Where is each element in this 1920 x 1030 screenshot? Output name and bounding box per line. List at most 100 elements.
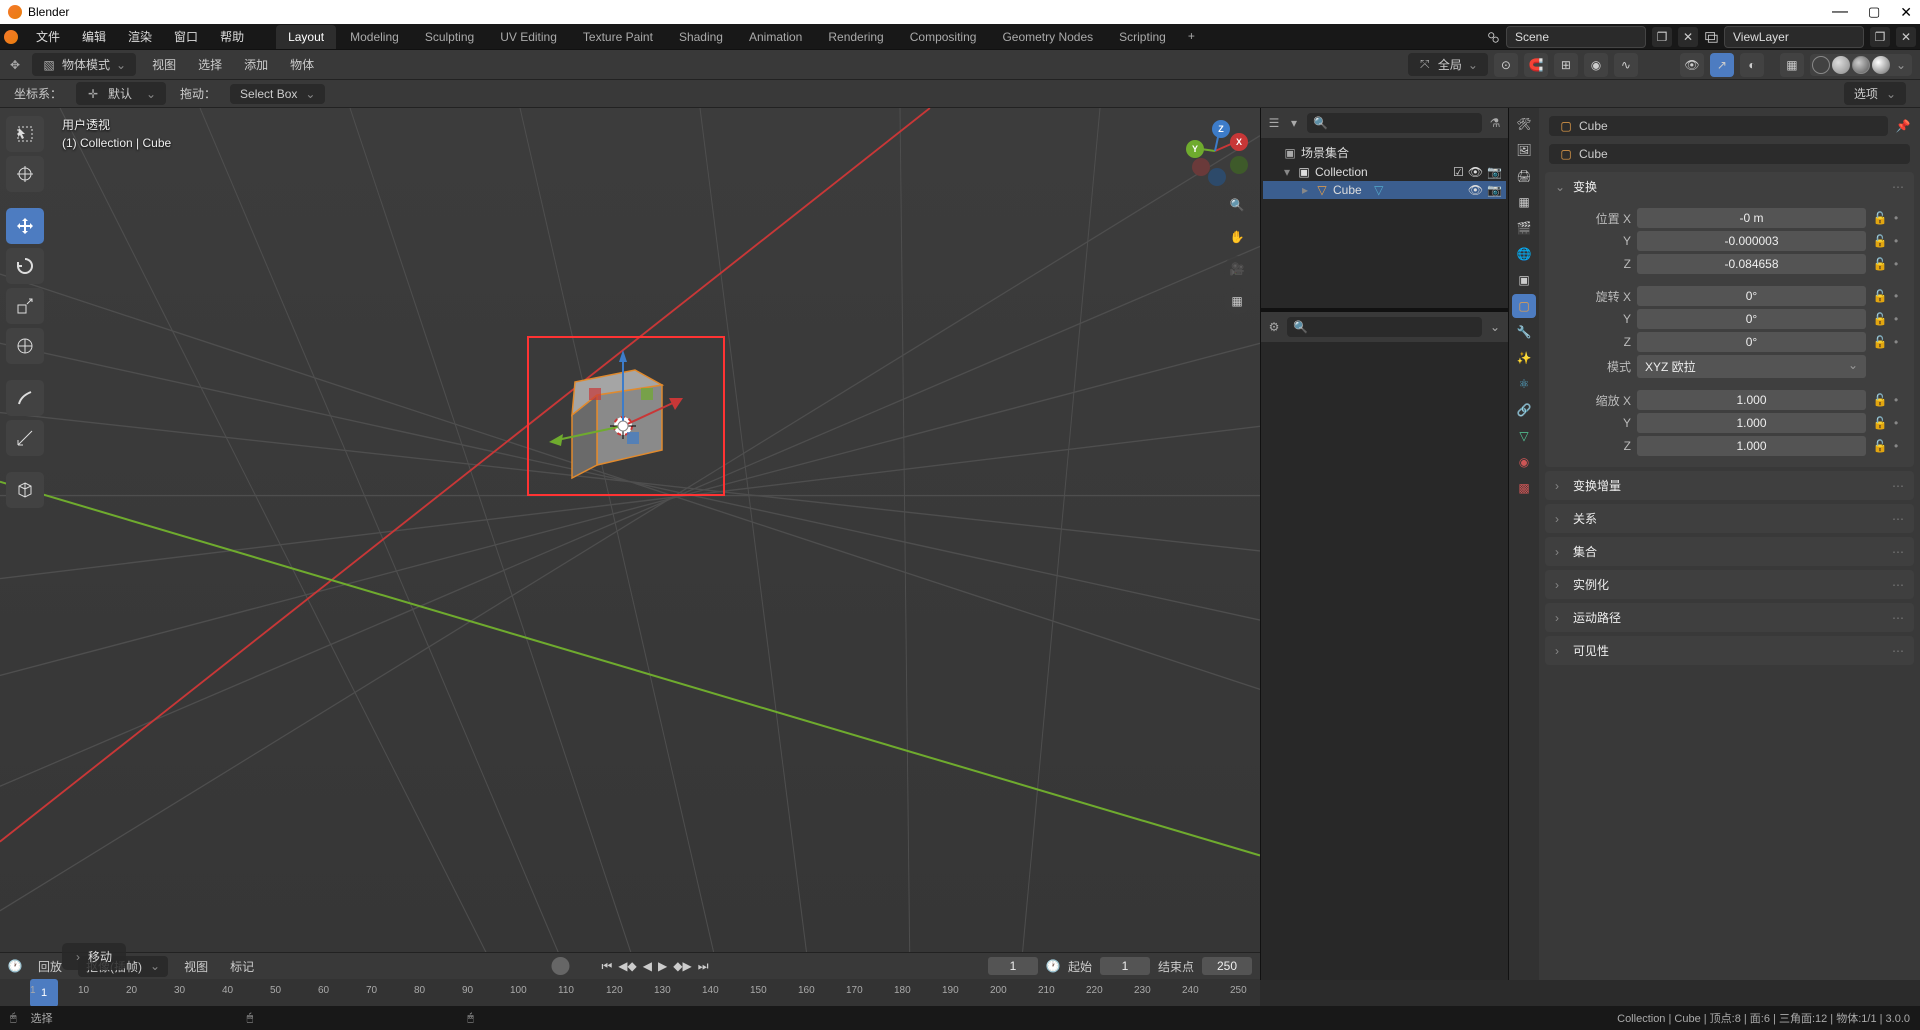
lock-icon[interactable]: 🔓: [1872, 257, 1888, 271]
scene-name-field[interactable]: Scene: [1506, 26, 1646, 48]
current-frame-field[interactable]: 1: [988, 957, 1038, 975]
prop-tab-scene[interactable]: 🎬: [1512, 216, 1536, 240]
keyframe-next-button[interactable]: ◆▶: [673, 959, 691, 973]
prop-tab-render[interactable]: 🖼: [1512, 138, 1536, 162]
tab-geometry-nodes[interactable]: Geometry Nodes: [990, 25, 1105, 49]
tab-compositing[interactable]: Compositing: [898, 25, 989, 49]
coord-dropdown[interactable]: ✛ 默认 ⌄: [76, 82, 166, 105]
tab-rendering[interactable]: Rendering: [816, 25, 895, 49]
tool-select-box[interactable]: [6, 116, 44, 152]
rot-mode-field[interactable]: XYZ 欧拉⌄: [1637, 355, 1866, 378]
timeline-view[interactable]: 视图: [178, 958, 214, 975]
tab-uv-editing[interactable]: UV Editing: [488, 25, 569, 49]
panel-relations[interactable]: ›关系⋯: [1545, 504, 1914, 533]
panel-menu-icon[interactable]: ⋯: [1892, 578, 1904, 592]
rot-y-field[interactable]: 0°: [1637, 309, 1866, 329]
jump-end-button[interactable]: ⏭: [698, 959, 709, 974]
panel-menu-icon[interactable]: ⋯: [1892, 180, 1904, 194]
panel-menu-icon[interactable]: ⋯: [1892, 644, 1904, 658]
prop-tab-tool[interactable]: 🛠: [1512, 112, 1536, 136]
drag-dropdown[interactable]: Select Box ⌄: [230, 84, 325, 104]
menu-help[interactable]: 帮助: [210, 24, 254, 49]
panel-menu-icon[interactable]: ⋯: [1892, 512, 1904, 526]
prop-tab-physics[interactable]: ⚛: [1512, 372, 1536, 396]
add-workspace-button[interactable]: +: [1180, 25, 1203, 49]
options-dropdown[interactable]: 选项 ⌄: [1844, 82, 1906, 105]
redo-panel[interactable]: › 移动: [62, 943, 126, 970]
animate-dot[interactable]: •: [1894, 234, 1904, 248]
tool-rotate[interactable]: [6, 248, 44, 284]
clock-icon[interactable]: 🕐: [1046, 959, 1060, 973]
proportional-button[interactable]: ◉: [1584, 53, 1608, 77]
pivot-button[interactable]: ⊙: [1494, 53, 1518, 77]
pin-icon[interactable]: 📌: [1896, 119, 1910, 133]
end-frame-field[interactable]: 250: [1202, 957, 1252, 975]
props-breadcrumb-object[interactable]: ▢ Cube: [1549, 116, 1888, 136]
scene-new-button[interactable]: ❐: [1652, 27, 1672, 47]
properties-search[interactable]: 🔍: [1287, 317, 1482, 337]
eye-icon[interactable]: 👁: [1468, 165, 1483, 179]
expand-icon[interactable]: ▸: [1299, 183, 1311, 197]
timeline-ruler[interactable]: 1 11020304050607080901001101201301401501…: [0, 979, 1260, 1007]
axis-x-icon[interactable]: X: [1230, 133, 1248, 151]
tab-scripting[interactable]: Scripting: [1107, 25, 1178, 49]
menu-edit[interactable]: 编辑: [72, 24, 116, 49]
prop-tab-collection[interactable]: ▣: [1512, 268, 1536, 292]
maximize-button[interactable]: ▢: [1868, 4, 1880, 20]
nav-camera-button[interactable]: 🎥: [1224, 256, 1250, 282]
tool-scale[interactable]: [6, 288, 44, 324]
prop-tab-data[interactable]: ▽: [1512, 424, 1536, 448]
snap-button[interactable]: 🧲: [1524, 53, 1548, 77]
scale-z-field[interactable]: 1.000: [1637, 436, 1866, 456]
header-add[interactable]: 添加: [238, 56, 274, 73]
properties-type-icon[interactable]: ⚙: [1267, 320, 1281, 334]
panel-menu-icon[interactable]: ⋯: [1892, 611, 1904, 625]
tab-shading[interactable]: Shading: [667, 25, 735, 49]
header-view[interactable]: 视图: [146, 56, 182, 73]
animate-dot[interactable]: •: [1894, 312, 1904, 326]
panel-instancing[interactable]: ›实例化⋯: [1545, 570, 1914, 599]
viewlayer-new-button[interactable]: ❐: [1870, 27, 1890, 47]
tab-sculpting[interactable]: Sculpting: [413, 25, 486, 49]
animate-dot[interactable]: •: [1894, 416, 1904, 430]
3d-viewport[interactable]: 用户透视 (1) Collection | Cube X Y Z 🔍 ✋: [0, 108, 1260, 980]
keyframe-prev-button[interactable]: ◀◆: [618, 959, 636, 973]
timeline-type-icon[interactable]: 🕐: [8, 959, 22, 973]
outliner-collection[interactable]: ▾ ▣ Collection ☑ 👁 📷: [1263, 163, 1506, 181]
viewlayer-browse-icon[interactable]: [1704, 30, 1718, 44]
start-frame-field[interactable]: 1: [1100, 957, 1150, 975]
tab-texture-paint[interactable]: Texture Paint: [571, 25, 665, 49]
lock-icon[interactable]: 🔓: [1872, 335, 1888, 349]
prop-tab-output[interactable]: 🖨: [1512, 164, 1536, 188]
tool-transform[interactable]: [6, 328, 44, 364]
eye-icon[interactable]: 👁: [1468, 183, 1483, 197]
animate-dot[interactable]: •: [1894, 439, 1904, 453]
animate-dot[interactable]: •: [1894, 257, 1904, 271]
viewlayer-name-field[interactable]: ViewLayer: [1724, 26, 1864, 48]
prop-tab-viewlayer[interactable]: ▦: [1512, 190, 1536, 214]
panel-delta[interactable]: ›变换增量⋯: [1545, 471, 1914, 500]
scale-x-field[interactable]: 1.000: [1637, 390, 1866, 410]
tool-measure[interactable]: [6, 420, 44, 456]
panel-visibility[interactable]: ›可见性⋯: [1545, 636, 1914, 665]
outliner-cube[interactable]: ▸ ▽ Cube ▽ 👁 📷: [1263, 181, 1506, 199]
nav-pan-button[interactable]: ✋: [1224, 224, 1250, 250]
tool-move[interactable]: [6, 208, 44, 244]
properties-options-icon[interactable]: ⌄: [1488, 320, 1502, 334]
props-breadcrumb-data[interactable]: ▢ Cube: [1549, 144, 1910, 164]
lock-icon[interactable]: 🔓: [1872, 312, 1888, 326]
panel-menu-icon[interactable]: ⋯: [1892, 479, 1904, 493]
lock-icon[interactable]: 🔓: [1872, 289, 1888, 303]
outliner-filter-icon[interactable]: ⚗: [1488, 116, 1502, 130]
animate-dot[interactable]: •: [1894, 335, 1904, 349]
nav-gizmo[interactable]: X Y Z: [1180, 116, 1250, 186]
outliner-scene-collection[interactable]: ▣ 场景集合: [1263, 142, 1506, 163]
timeline-marker[interactable]: 标记: [224, 958, 260, 975]
play-reverse-button[interactable]: ◀: [643, 959, 652, 973]
prop-tab-material[interactable]: ◉: [1512, 450, 1536, 474]
panel-motion[interactable]: ›运动路径⋯: [1545, 603, 1914, 632]
shading-solid[interactable]: [1832, 56, 1850, 74]
animate-dot[interactable]: •: [1894, 289, 1904, 303]
gizmo-button[interactable]: ↗: [1710, 53, 1734, 77]
outliner-type-icon[interactable]: ☰: [1267, 116, 1281, 130]
